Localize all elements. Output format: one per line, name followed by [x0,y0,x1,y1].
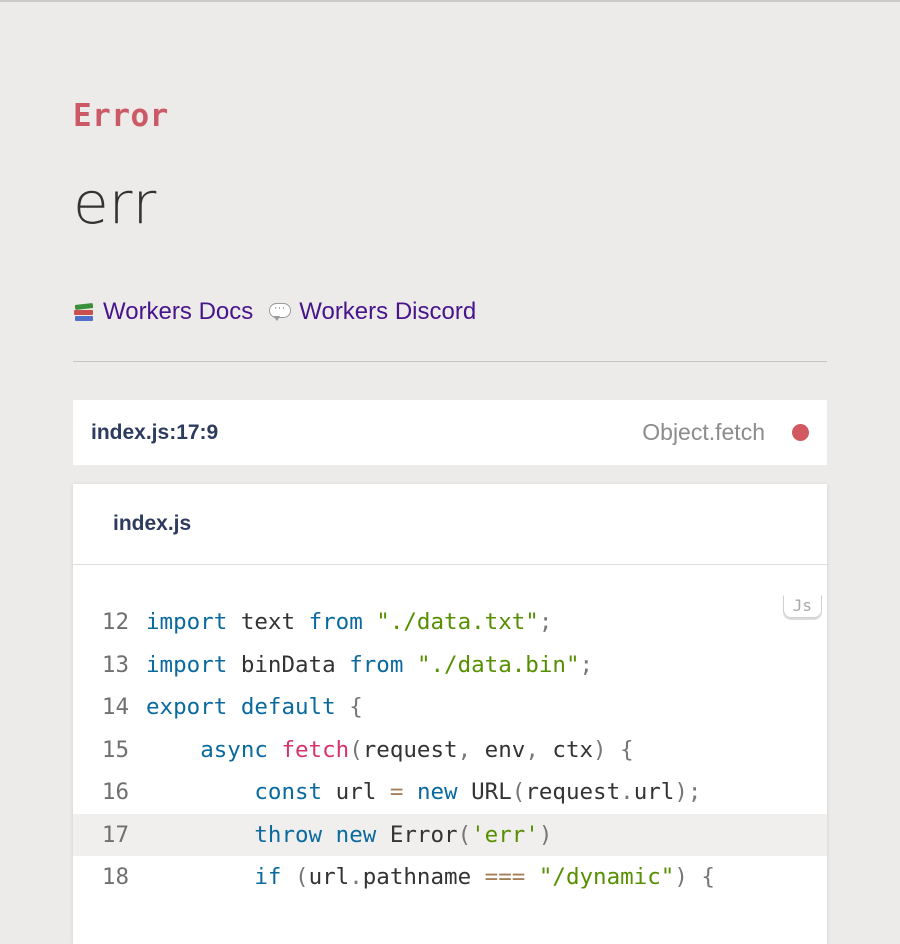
code-line: 15 async fetch(request, env, ctx) { [73,729,827,772]
line-number: 15 [101,736,129,763]
stack-frame[interactable]: index.js:17:9 Object.fetch [73,400,827,465]
line-source: const url = new URL(request.url); [254,779,702,805]
code-filename-label: index.js [113,512,192,535]
books-icon [73,301,95,323]
line-number: 12 [101,609,129,635]
speech-balloon-icon: ··· [269,301,292,323]
line-number: 14 [101,694,129,720]
workers-discord-label: Workers Discord [299,298,477,325]
error-message: err [73,169,157,237]
divider [73,361,827,362]
line-number: 13 [101,651,129,678]
line-number: 17 [101,821,129,848]
line-source: export default { [146,694,363,720]
code-filename: index.js [73,484,827,565]
workers-docs-label: Workers Docs [103,298,254,325]
frame-status-dot [792,424,809,441]
line-number: 16 [101,779,129,805]
frame-function: Object.fetch [642,419,765,445]
code-line: 12 import text from "./data.txt"; [73,601,827,644]
code-line: 18 if (url.pathname === "/dynamic") { [73,856,827,899]
code-line: 13 import binData from "./data.bin"; [73,644,827,687]
code-line: 16 const url = new URL(request.url); [73,771,827,814]
line-source: throw new Error('err') [254,821,553,848]
line-source: if (url.pathname === "/dynamic") { [254,864,715,890]
code-line: 14 export default { [73,686,827,729]
workers-docs-link[interactable]: Workers Docs [73,298,253,326]
line-number: 18 [101,864,129,890]
code-block: 12 import text from "./data.txt"; 13 import… [73,601,827,899]
help-links: Workers Docs ··· Workers Discord [73,298,492,326]
line-source: async fetch(request, env, ctx) { [200,736,634,763]
line-source: import text from "./data.txt"; [146,609,553,635]
code-panel: index.js Js 12 import text from "./data.t… [73,484,827,944]
error-type: Error [73,98,169,134]
line-source: import binData from "./data.bin"; [146,651,594,678]
code-line: 17 throw new Error('err') [73,813,827,856]
frame-location: index.js:17:9 [91,420,219,444]
workers-discord-link[interactable]: ··· Workers Discord [269,298,476,326]
